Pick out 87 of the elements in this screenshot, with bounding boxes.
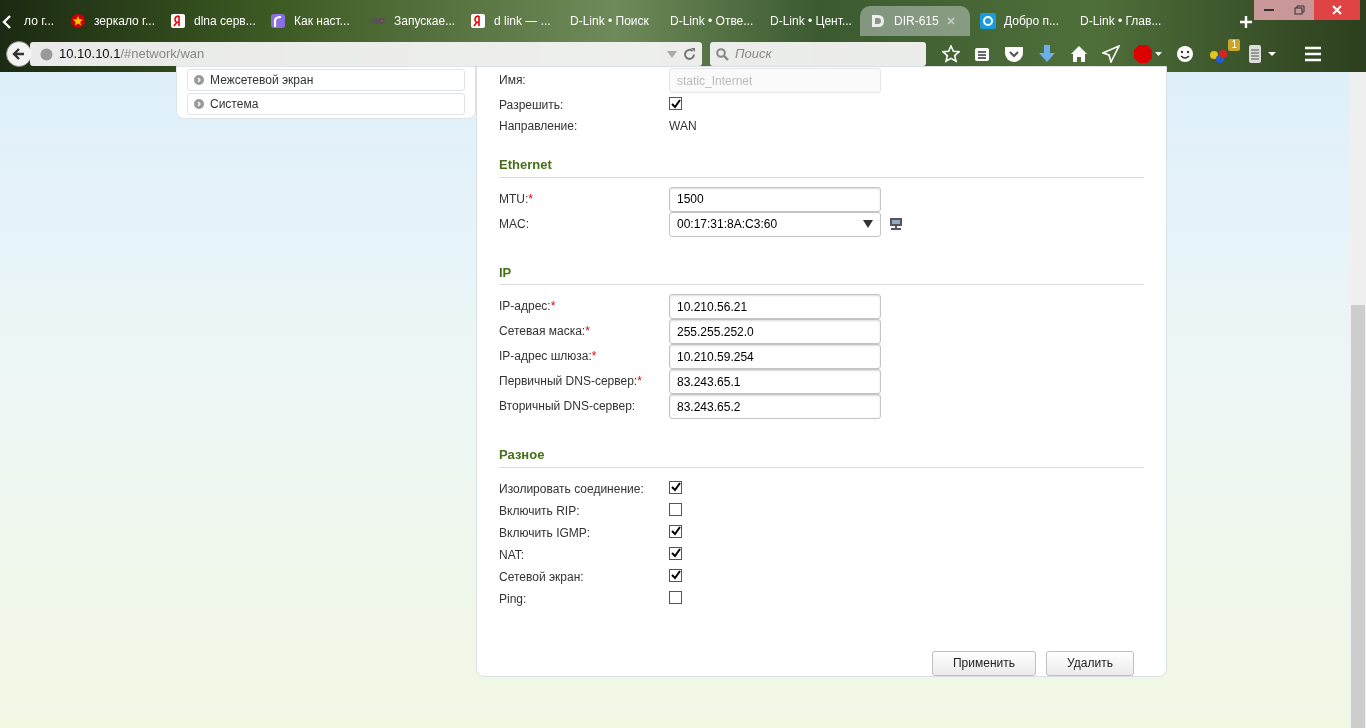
checkbox[interactable] (669, 524, 682, 538)
browser-tab[interactable]: Запускае... (360, 6, 460, 36)
text-field[interactable]: 10.210.56.21 (669, 294, 881, 319)
curve-favicon-icon (270, 13, 286, 29)
section-heading: IP (499, 262, 1144, 285)
star-favicon-icon (70, 13, 86, 29)
checkbox[interactable] (669, 502, 682, 516)
field-label: IP-адрес шлюза:* (499, 348, 598, 365)
field-label: MTU:* (499, 190, 534, 208)
field-label: Сетевая маска:* (499, 323, 591, 340)
browser-tab[interactable]: D-Link • Отве... (660, 6, 760, 36)
field-label: Имя: (499, 72, 527, 89)
pocket-icon[interactable] (1004, 45, 1024, 63)
maximize-icon (1293, 5, 1305, 15)
field-value: WAN (669, 118, 697, 135)
section-heading: Ethernet (499, 155, 1144, 178)
text-field[interactable]: 83.243.65.2 (669, 394, 881, 419)
browser-tab[interactable]: ло г... (14, 6, 60, 36)
search-icon (716, 47, 729, 61)
close-button[interactable] (1314, 0, 1360, 20)
chevron-right-icon (194, 99, 204, 109)
letter-favicon-icon (170, 13, 186, 29)
sidebar-item[interactable]: Система (187, 93, 465, 115)
smiley-icon[interactable] (1176, 45, 1194, 63)
download-icon[interactable] (1038, 44, 1056, 64)
reload-icon[interactable] (683, 47, 696, 61)
field-label: Разрешить: (499, 97, 565, 114)
field-label: Ping: (499, 590, 528, 608)
adblock-icon[interactable] (1134, 45, 1162, 63)
text-field[interactable]: 1500 (669, 186, 881, 212)
minimize-icon (1264, 9, 1274, 11)
globe-icon (40, 47, 53, 61)
form-button[interactable]: Удалить (1046, 650, 1134, 676)
field-label: Включить RIP: (499, 502, 581, 520)
field-label: NAT: (499, 546, 526, 564)
field-label: Изолировать соединение: (499, 480, 645, 498)
minimize-button[interactable] (1254, 0, 1284, 20)
dropdown-arrow-icon (863, 220, 873, 228)
star-icon[interactable] (942, 45, 960, 63)
url-text: 10.10.10.1/#network/wan (59, 45, 205, 64)
dots-icon[interactable] (1208, 47, 1230, 65)
checkbox[interactable] (669, 480, 682, 494)
sidebar-item[interactable]: Межсетевой экран (187, 69, 465, 91)
browser-tab[interactable]: зеркало г... (60, 6, 160, 36)
checkbox[interactable] (669, 568, 682, 582)
address-bar[interactable]: 10.10.10.1/#network/wan (30, 42, 702, 66)
field-label: Направление: (499, 118, 579, 135)
browser-tab[interactable]: Добро п... (970, 6, 1070, 36)
text-field[interactable]: 255.255.252.0 (669, 319, 881, 344)
back-icon (12, 47, 26, 61)
tab-scroll-icon[interactable] (2, 14, 14, 30)
field-label: IP-адрес:* (499, 298, 557, 315)
close-icon (1332, 5, 1342, 15)
browser-tab[interactable]: d link — ... (460, 6, 560, 36)
send-icon[interactable] (1102, 45, 1120, 63)
letter-favicon-icon (870, 13, 886, 29)
letter-favicon-icon (470, 13, 486, 29)
field-label: Вторичный DNS-сервер: (499, 398, 637, 415)
section-heading: Разное (499, 445, 1144, 468)
menu-icon[interactable] (1304, 46, 1322, 62)
text-field[interactable]: 83.243.65.1 (669, 369, 881, 394)
back-button[interactable] (6, 41, 32, 67)
home-icon[interactable] (1070, 45, 1088, 63)
field-label: Сетевой экран: (499, 568, 585, 586)
checkbox[interactable] (669, 97, 682, 110)
browser-tab[interactable]: D-Link • Глав... (1070, 6, 1170, 36)
list-icon[interactable] (974, 46, 990, 62)
checkbox[interactable] (669, 546, 682, 560)
clipboard-icon[interactable] (1248, 44, 1276, 64)
field-label: MAC: (499, 215, 530, 233)
chevron-right-icon (194, 75, 204, 85)
computer-icon[interactable] (889, 216, 903, 231)
browser-tab[interactable]: D-Link • Цент... (760, 6, 860, 36)
browser-tab[interactable]: Как наст... (260, 6, 360, 36)
new-tab-icon[interactable] (1240, 16, 1252, 28)
text-field[interactable]: 10.210.59.254 (669, 344, 881, 369)
dropdown[interactable]: 00:17:31:8A:C3:60 (669, 211, 881, 237)
search-placeholder: Поиск (735, 45, 772, 64)
field-label: Включить IGMP: (499, 524, 592, 542)
field-label: Первичный DNS-сервер:* (499, 373, 643, 390)
scrollbar-thumb[interactable] (1351, 305, 1365, 728)
form-button[interactable]: Применить (932, 650, 1036, 676)
checkbox[interactable] (669, 590, 682, 604)
browser-tab[interactable]: D-Link • Поиск (560, 6, 660, 36)
notification-badge: 1 (1228, 39, 1240, 51)
browser-tab[interactable]: dlna серв... (160, 6, 260, 36)
dropdown-icon (667, 50, 677, 58)
